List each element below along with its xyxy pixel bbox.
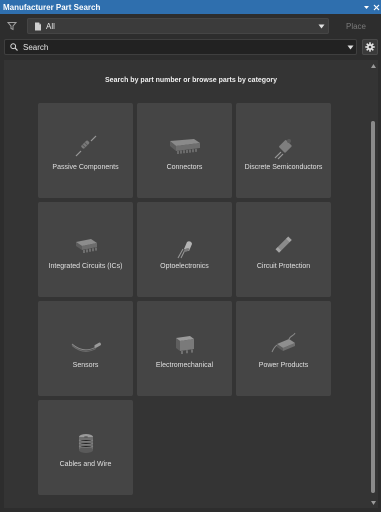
- category-tile-power-products[interactable]: Power Products: [236, 301, 331, 396]
- chevron-down-icon: [314, 24, 328, 29]
- search-row: [0, 38, 381, 56]
- category-tile-sensors[interactable]: Sensors: [38, 301, 133, 396]
- power-adapter-icon: [236, 329, 331, 359]
- category-tile-optoelectronics[interactable]: Optoelectronics: [137, 202, 232, 297]
- browse-hint: Search by part number or browse parts by…: [105, 77, 277, 84]
- category-tile-connectors[interactable]: Connectors: [137, 103, 232, 198]
- transistor-icon: [236, 131, 331, 161]
- scrollbar-thumb[interactable]: [371, 121, 375, 493]
- search-history-dropdown-icon[interactable]: [344, 45, 356, 50]
- resistor-icon: [38, 131, 133, 161]
- search-icon: [10, 43, 18, 51]
- ic-chip-icon: [38, 230, 133, 260]
- category-tile-passive-components[interactable]: Passive Components: [38, 103, 133, 198]
- category-label: Circuit Protection: [256, 263, 311, 270]
- panel-title-bar[interactable]: Manufacturer Part Search: [0, 0, 381, 14]
- pin-dropdown-icon[interactable]: [361, 1, 371, 13]
- category-tile-circuit-protection[interactable]: Circuit Protection: [236, 202, 331, 297]
- category-label: Electromechanical: [155, 362, 214, 369]
- category-label: Optoelectronics: [160, 263, 209, 270]
- category-label: Integrated Circuits (ICs): [48, 263, 123, 270]
- vertical-scrollbar[interactable]: [370, 63, 376, 506]
- filter-button[interactable]: [5, 19, 19, 33]
- place-button[interactable]: Place: [334, 18, 378, 34]
- category-label: Discrete Semiconductors: [244, 164, 323, 171]
- filter-icon: [7, 21, 17, 31]
- toolbar: All Place: [0, 15, 381, 37]
- settings-button[interactable]: [362, 39, 378, 55]
- scope-select[interactable]: All: [27, 18, 329, 34]
- scroll-up-arrow-icon[interactable]: [370, 63, 376, 69]
- panel-title: Manufacturer Part Search: [3, 2, 101, 12]
- sensor-probe-icon: [38, 329, 133, 359]
- category-grid: Passive Components Connectors Discrete S…: [38, 103, 331, 495]
- category-tile-electromechanical[interactable]: Electromechanical: [137, 301, 232, 396]
- fuse-icon: [236, 230, 331, 260]
- category-label: Cables and Wire: [59, 461, 112, 468]
- document-icon: [34, 22, 42, 31]
- category-label: Sensors: [72, 362, 99, 369]
- cable-spool-icon: [38, 428, 133, 458]
- connector-icon: [137, 131, 232, 161]
- scroll-down-arrow-icon[interactable]: [370, 500, 376, 506]
- search-input[interactable]: [18, 40, 344, 54]
- relay-icon: [137, 329, 232, 359]
- close-icon[interactable]: [371, 1, 381, 13]
- search-box[interactable]: [4, 39, 357, 55]
- category-tile-discrete-semiconductors[interactable]: Discrete Semiconductors: [236, 103, 331, 198]
- manufacturer-part-search-panel: Manufacturer Part Search All Place Searc…: [0, 0, 381, 512]
- category-tile-cables-and-wire[interactable]: Cables and Wire: [38, 400, 133, 495]
- scope-select-value: All: [46, 21, 55, 31]
- category-browser: Search by part number or browse parts by…: [4, 60, 378, 508]
- category-tile-integrated-circuits[interactable]: Integrated Circuits (ICs): [38, 202, 133, 297]
- gear-icon: [365, 42, 375, 52]
- category-label: Passive Components: [52, 164, 119, 171]
- category-label: Connectors: [166, 164, 203, 171]
- category-label: Power Products: [258, 362, 309, 369]
- led-icon: [137, 230, 232, 260]
